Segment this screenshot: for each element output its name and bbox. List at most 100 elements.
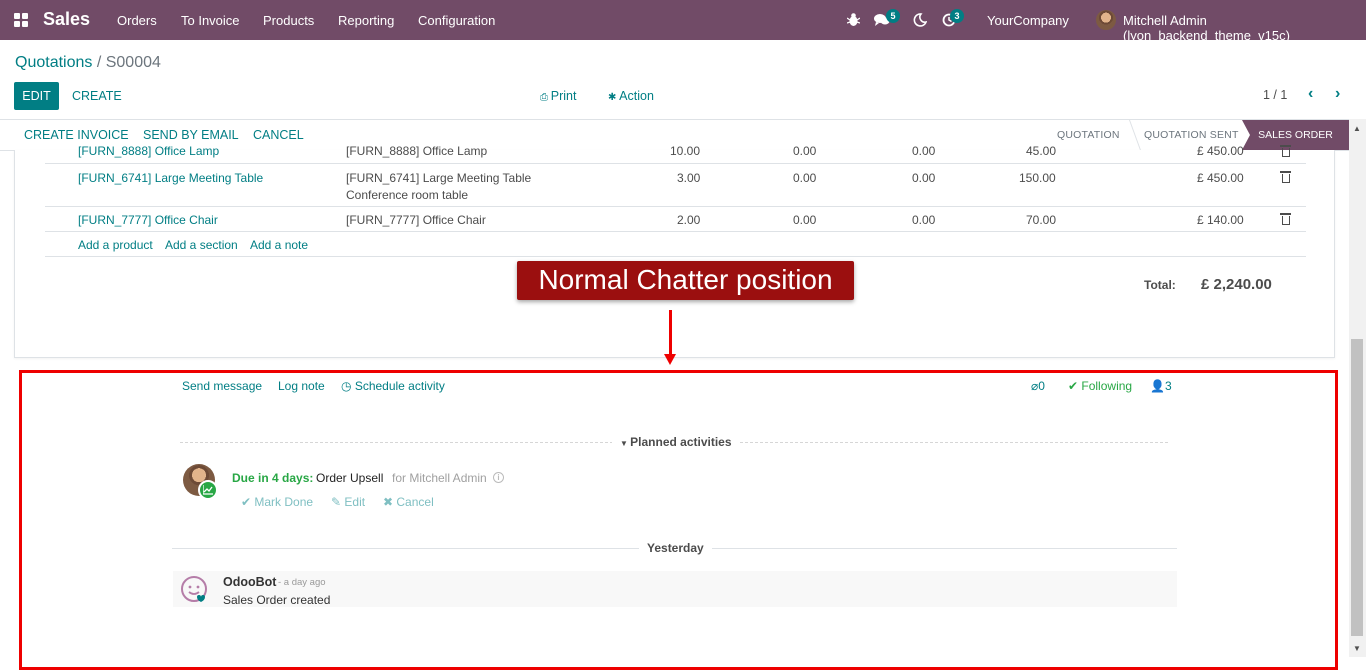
breadcrumb-quotations[interactable]: Quotations <box>15 54 92 71</box>
pager-next-icon[interactable]: › <box>1335 85 1340 103</box>
line-quantity[interactable]: 10.00 <box>670 144 700 158</box>
menu-configuration[interactable]: Configuration <box>418 13 495 28</box>
attachments-button[interactable]: ⌀0 <box>1031 379 1045 393</box>
dark-mode-icon[interactable] <box>913 13 928 30</box>
stage-separator <box>1118 120 1141 150</box>
attachments-count: 0 <box>1038 379 1045 393</box>
print-button[interactable]: ⎙ Print <box>540 89 576 103</box>
order-line-row[interactable]: [FURN_8888] Office Lamp [FURN_8888] Offi… <box>45 144 1306 164</box>
line-description[interactable]: [FURN_8888] Office Lamp <box>346 144 487 158</box>
edit-activity-label: Edit <box>344 495 366 509</box>
create-invoice-button[interactable]: CREATE INVOICE <box>24 128 129 142</box>
form-sheet: [FURN_8888] Office Lamp [FURN_8888] Offi… <box>14 144 1335 358</box>
line-invoiced: 0.00 <box>912 213 936 227</box>
edit-button[interactable]: EDIT <box>14 82 59 110</box>
add-product-link[interactable]: Add a product <box>78 238 153 252</box>
line-delivered: 0.00 <box>793 213 817 227</box>
schedule-activity-label: Schedule activity <box>354 379 445 393</box>
pager-previous-icon[interactable]: ‹ <box>1308 85 1313 103</box>
scroll-up-icon[interactable]: ▲ <box>1353 124 1361 133</box>
app-name[interactable]: Sales <box>43 9 90 30</box>
order-line-row[interactable]: [FURN_7777] Office Chair [FURN_7777] Off… <box>45 207 1306 232</box>
cancel-order-button[interactable]: CANCEL <box>253 128 304 142</box>
pager-value[interactable]: 1 / 1 <box>1263 88 1287 102</box>
line-quantity[interactable]: 3.00 <box>677 171 700 185</box>
annotation-label: Normal Chatter position <box>517 261 854 300</box>
pencil-icon: ✎ <box>331 495 345 509</box>
messages-badge: 5 <box>886 9 900 23</box>
line-product[interactable]: [FURN_7777] Office Chair <box>78 213 218 227</box>
info-icon[interactable]: i <box>493 472 504 483</box>
line-description[interactable]: [FURN_7777] Office Chair <box>346 213 486 227</box>
menu-orders[interactable]: Orders <box>117 13 157 28</box>
activities-badge: 3 <box>950 9 964 23</box>
order-line-row[interactable]: [FURN_6741] Large Meeting Table [FURN_67… <box>45 164 1306 207</box>
add-note-link[interactable]: Add a note <box>250 238 308 252</box>
following-label: Following <box>1081 379 1133 393</box>
cancel-activity-label: Cancel <box>396 495 434 509</box>
line-product[interactable]: [FURN_6741] Large Meeting Table <box>78 171 263 185</box>
stage-quotation[interactable]: QUOTATION <box>1057 129 1120 141</box>
stage-quotation-sent[interactable]: QUOTATION SENT <box>1144 129 1239 141</box>
line-unit-price[interactable]: 45.00 <box>1026 144 1056 158</box>
activity-due: Due in 4 days: <box>232 471 314 485</box>
close-icon: ✖ <box>383 495 397 509</box>
chart-line-icon <box>198 480 218 500</box>
add-section-link[interactable]: Add a section <box>165 238 238 252</box>
action-label: Action <box>619 89 654 103</box>
line-unit-price[interactable]: 150.00 <box>1019 171 1056 185</box>
chatter <box>0 368 1349 657</box>
total-amount: £ 2,240.00 <box>1201 276 1272 293</box>
message-date: - a day ago <box>278 577 326 588</box>
date-separator: Yesterday <box>639 541 712 555</box>
message-body: Sales Order created <box>223 593 331 607</box>
delete-line-icon[interactable] <box>1280 171 1291 183</box>
planned-activities-toggle[interactable]: ▼ Planned activities <box>612 435 740 449</box>
line-description[interactable]: [FURN_6741] Large Meeting Table <box>346 171 531 185</box>
line-product[interactable]: [FURN_8888] Office Lamp <box>78 144 219 158</box>
top-navbar: Sales Orders To Invoice Products Reporti… <box>0 0 1366 43</box>
user-icon: 👤 <box>1150 379 1165 393</box>
menu-to-invoice[interactable]: To Invoice <box>181 13 240 28</box>
stage-sales-order[interactable]: SALES ORDER <box>1242 120 1349 150</box>
line-delivered: 0.00 <box>793 171 817 185</box>
mark-done-label: Mark Done <box>254 495 314 509</box>
line-unit-price[interactable]: 70.00 <box>1026 213 1056 227</box>
scrollbar-thumb[interactable] <box>1351 339 1363 636</box>
user-avatar[interactable] <box>1096 10 1116 30</box>
send-by-email-button[interactable]: SEND BY EMAIL <box>143 128 239 142</box>
odoobot-avatar <box>180 575 210 605</box>
action-button[interactable]: ✱ Action <box>608 89 654 103</box>
followers-button[interactable]: 👤3 <box>1150 379 1172 393</box>
following-button[interactable]: ✔ Following <box>1068 379 1132 393</box>
menu-products[interactable]: Products <box>263 13 314 28</box>
bug-icon[interactable] <box>846 12 861 30</box>
user-menu[interactable]: Mitchell Admin (lyon_backend_theme_v15c) <box>1123 13 1366 43</box>
followers-count: 3 <box>1164 379 1172 393</box>
send-message-button[interactable]: Send message <box>182 379 262 393</box>
log-note-button[interactable]: Log note <box>278 379 325 393</box>
create-button[interactable]: CREATE <box>72 89 122 103</box>
delete-line-icon[interactable] <box>1280 213 1291 225</box>
menu-reporting[interactable]: Reporting <box>338 13 394 28</box>
breadcrumb: Quotations / S00004 <box>15 54 161 72</box>
caret-down-icon: ▼ <box>620 439 631 448</box>
edit-activity-button[interactable]: ✎ Edit <box>331 495 365 509</box>
schedule-activity-button[interactable]: ◷ Schedule activity <box>341 379 445 393</box>
annotation-arrow <box>669 310 672 357</box>
message-author[interactable]: OdooBot <box>223 575 276 589</box>
print-icon: ⎙ <box>540 92 551 103</box>
scrollbar[interactable]: ▲ ▼ <box>1349 119 1366 657</box>
scroll-down-icon[interactable]: ▼ <box>1353 644 1361 653</box>
line-description-note[interactable]: Conference room table <box>346 188 468 202</box>
delete-line-icon[interactable] <box>1280 145 1291 157</box>
line-quantity[interactable]: 2.00 <box>677 213 700 227</box>
line-invoiced: 0.00 <box>912 171 936 185</box>
line-invoiced: 0.00 <box>912 144 936 158</box>
mark-done-button[interactable]: ✔ Mark Done <box>241 495 313 509</box>
apps-menu-icon[interactable] <box>14 13 28 27</box>
line-subtotal: £ 450.00 <box>1197 171 1244 185</box>
company-switcher[interactable]: YourCompany <box>987 13 1069 28</box>
cancel-activity-button[interactable]: ✖ Cancel <box>383 495 434 509</box>
gear-icon: ✱ <box>608 92 620 103</box>
